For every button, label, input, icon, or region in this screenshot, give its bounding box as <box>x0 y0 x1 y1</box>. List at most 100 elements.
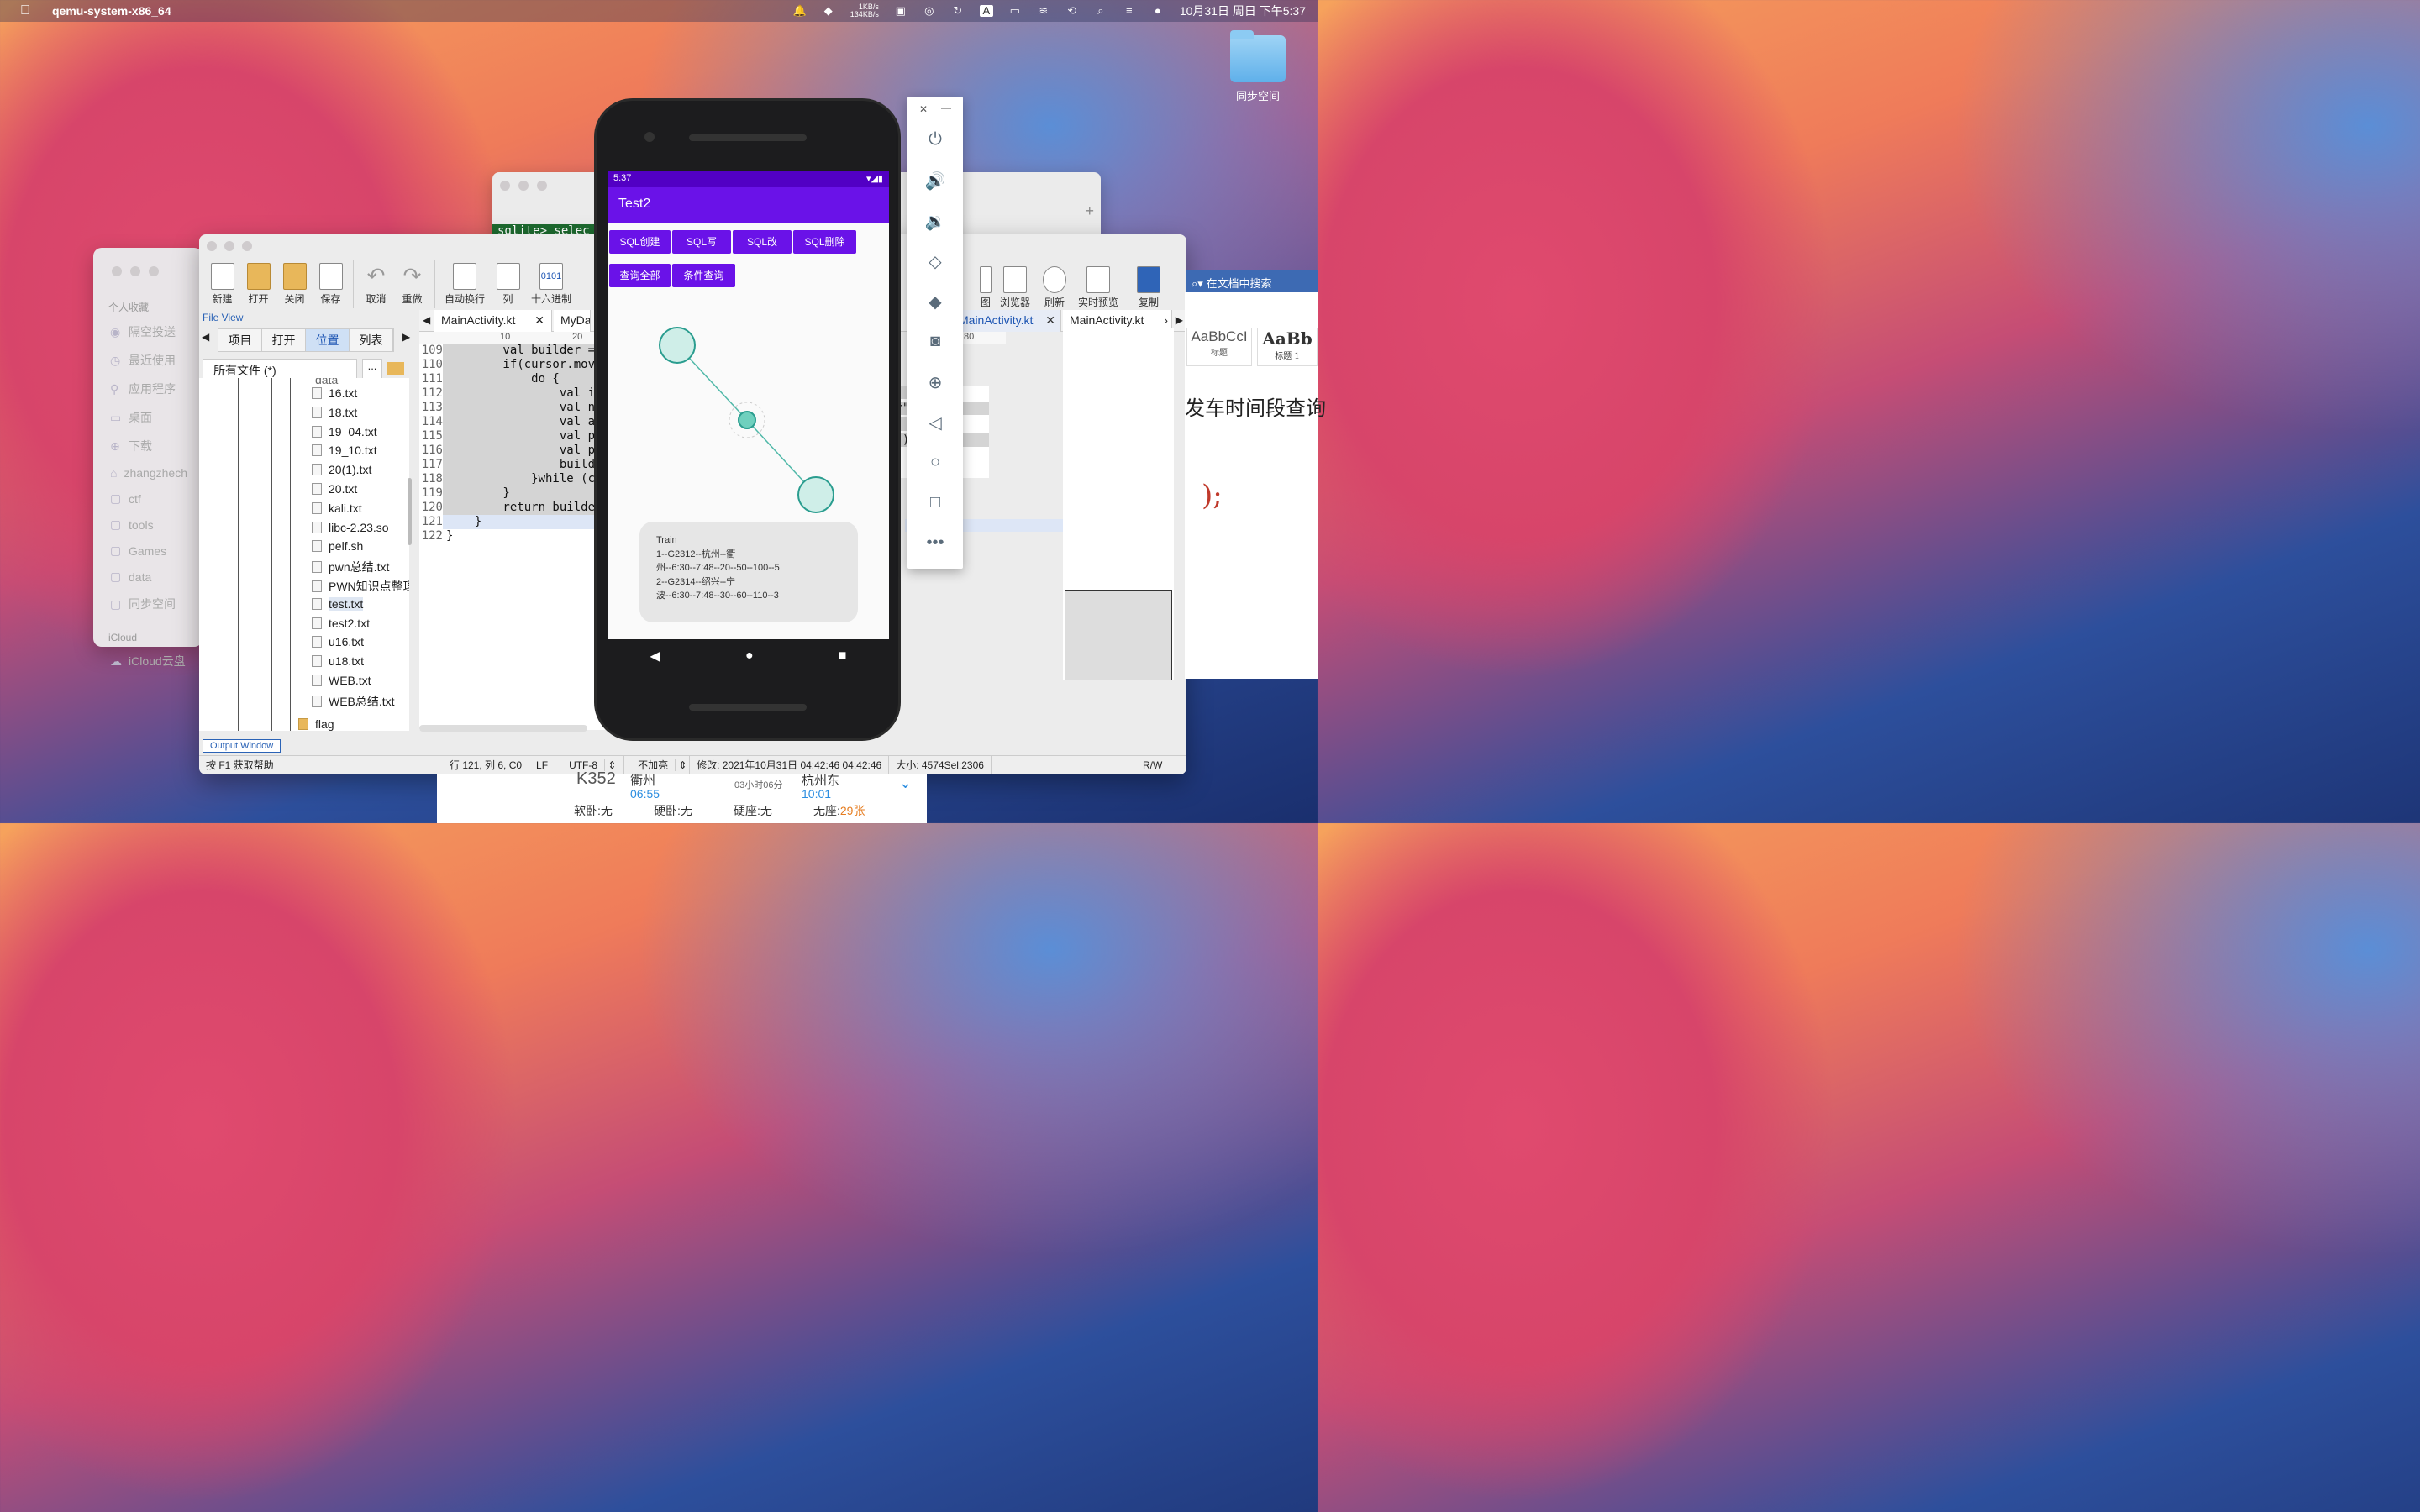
tree-file[interactable]: test.txt <box>312 596 364 611</box>
file-filter-select[interactable]: 所有文件 (*) <box>203 359 357 379</box>
recents-icon[interactable]: ■ <box>839 648 847 664</box>
minimize-icon[interactable]: — <box>941 102 951 113</box>
ticket-strip[interactable]: K352 衢州 06:55 03小时06分 杭州东 10:01 ⌄ 软卧:无 硬… <box>437 769 927 823</box>
browser-button[interactable]: 浏览器 <box>994 265 1036 309</box>
tab-project[interactable]: 项目 <box>218 329 262 351</box>
minimize-button[interactable] <box>130 266 140 276</box>
sidebar-item[interactable]: ⚲ 应用程序 <box>93 375 203 403</box>
sidebar-item[interactable]: ◷ 最近使用 <box>93 346 203 375</box>
refresh-button[interactable]: 刷新 <box>1036 265 1073 309</box>
redo-button[interactable]: ↷ 重做 <box>394 261 430 306</box>
tree-file[interactable]: WEB.txt <box>312 674 371 687</box>
screenshot-icon[interactable]: ◙ <box>908 332 963 351</box>
minimap[interactable] <box>1063 328 1174 680</box>
close-button[interactable] <box>500 181 510 191</box>
file-tree[interactable]: data 16.txt 18.txt 19_04.txt 19_10.txt 20(1)… <box>199 378 409 731</box>
tree-file[interactable]: WEB总结.txt <box>312 693 395 710</box>
tree-file[interactable]: libc-2.23.so <box>312 521 389 534</box>
zoom-button[interactable] <box>242 241 252 251</box>
motion-node-end[interactable] <box>797 476 834 513</box>
tree-file[interactable]: u16.txt <box>312 635 364 648</box>
code-line[interactable]: val a <box>446 415 595 428</box>
folder-icon[interactable] <box>387 362 404 375</box>
sidebar-item[interactable]: ⌂ zhangzhech <box>93 460 203 486</box>
sync-icon[interactable]: ↻ <box>951 5 965 17</box>
power-icon[interactable]: ⏻ <box>908 130 963 150</box>
minimize-button[interactable] <box>518 181 529 191</box>
sidebar-item[interactable]: ▢ data <box>93 564 203 590</box>
more-icon[interactable]: ••• <box>908 533 963 553</box>
close-button[interactable] <box>112 266 122 276</box>
code-line[interactable]: return builde <box>446 501 595 514</box>
column-button[interactable]: 列 <box>490 261 526 306</box>
tree-file[interactable]: u18.txt <box>312 654 364 668</box>
siri-icon[interactable]: ● <box>1151 5 1165 17</box>
doc-text[interactable]: 发车时间段查询 <box>1185 391 1326 421</box>
image-button[interactable]: 图 <box>977 265 994 309</box>
motion-node-mid[interactable] <box>738 411 756 429</box>
time-machine-icon[interactable]: ⟲ <box>1065 5 1079 17</box>
close-tab-icon[interactable]: ✕ <box>534 313 544 328</box>
style-heading1[interactable]: AaBb 标题 1 <box>1257 328 1318 366</box>
tab-next-arrow[interactable]: ▶ <box>1176 314 1183 326</box>
rotate-left-icon[interactable]: ◇ <box>908 251 963 272</box>
code-line[interactable]: } <box>446 529 453 543</box>
horizontal-scrollbar[interactable] <box>419 725 587 732</box>
tree-file[interactable]: pelf.sh <box>312 539 363 553</box>
doc-text-2[interactable]: ); <box>1202 479 1223 512</box>
code-line[interactable]: do { <box>446 372 560 386</box>
zoom-button[interactable] <box>537 181 547 191</box>
code-line[interactable]: val i <box>446 386 595 400</box>
tree-file[interactable]: kali.txt <box>312 501 362 515</box>
clock[interactable]: 10月31日 周日 下午5:37 <box>1180 3 1306 19</box>
new-button[interactable]: 新建 <box>204 261 240 306</box>
tree-file[interactable]: 19_10.txt <box>312 444 377 457</box>
tree-file[interactable]: 16.txt <box>312 386 357 400</box>
code-line[interactable]: } <box>446 486 509 500</box>
motion-node-start[interactable] <box>659 327 696 364</box>
rotate-right-icon[interactable]: ◆ <box>908 291 963 312</box>
sidebar-item[interactable]: ▭ 桌面 <box>93 403 203 432</box>
app-name[interactable]: qemu-system-x86_64 <box>52 4 171 18</box>
zoom-button[interactable] <box>149 266 159 276</box>
screen-mirror-icon[interactable]: ▣ <box>894 5 908 17</box>
sidebar-item[interactable]: ◉ 隔空投送 <box>93 318 203 346</box>
volume-down-icon[interactable]: 🔉 <box>908 211 963 232</box>
tab-mainactivity[interactable]: MainActivity.kt ✕ <box>434 310 552 332</box>
hex-button[interactable]: 0101 十六进制 <box>526 261 576 306</box>
apple-icon[interactable]:  <box>20 3 30 18</box>
minimize-button[interactable] <box>224 241 234 251</box>
close-file-button[interactable]: 关闭 <box>276 261 313 306</box>
tree-scrollbar[interactable] <box>408 478 412 545</box>
close-tab-icon[interactable]: ✕ <box>1045 313 1055 328</box>
minimap-viewport[interactable] <box>1065 590 1172 680</box>
code-line[interactable]: if(cursor.mov <box>446 358 595 371</box>
tree-file[interactable]: PWN知识点整理 <box>312 578 409 595</box>
control-center-icon[interactable]: ≡ <box>1123 5 1136 17</box>
overview-icon[interactable]: □ <box>908 493 963 512</box>
code-line[interactable]: val p <box>446 429 595 443</box>
tree-folder-flag[interactable]: flag <box>298 717 334 731</box>
back-icon[interactable]: ◁ <box>908 412 963 433</box>
code-line[interactable]: build <box>446 458 595 471</box>
add-tab-button[interactable]: + <box>1085 202 1094 220</box>
sidebar-item[interactable]: ☁ iCloud云盘 <box>93 647 203 675</box>
tab-prev-arrow[interactable]: ◀ <box>423 314 430 326</box>
code-line[interactable]: val n <box>446 401 595 414</box>
style-title[interactable]: AaBbCcI 标题 <box>1186 328 1252 366</box>
back-icon[interactable]: ◀ <box>650 648 660 664</box>
doc-search[interactable]: ⌕▾ 在文档中搜索 <box>1186 270 1318 292</box>
tab-prev-arrow[interactable]: ◀ <box>202 331 209 343</box>
word-wrap-button[interactable]: 自动换行 <box>439 261 490 306</box>
undo-button[interactable]: ↶ 取消 <box>358 261 394 306</box>
open-button[interactable]: 打开 <box>240 261 276 306</box>
input-method-icon[interactable]: A <box>979 5 993 17</box>
desktop-folder[interactable]: 同步空间 <box>1228 30 1287 103</box>
tree-file[interactable]: pwn总结.txt <box>312 559 389 575</box>
wifi-icon[interactable]: ≋ <box>1037 5 1050 17</box>
code-line[interactable]: } <box>446 515 481 528</box>
sidebar-item[interactable]: ▢ tools <box>93 512 203 538</box>
browse-button[interactable]: ... <box>362 359 382 379</box>
rw-status[interactable]: R/W <box>1136 756 1186 775</box>
cat-icon[interactable]: ◆ <box>822 5 835 17</box>
